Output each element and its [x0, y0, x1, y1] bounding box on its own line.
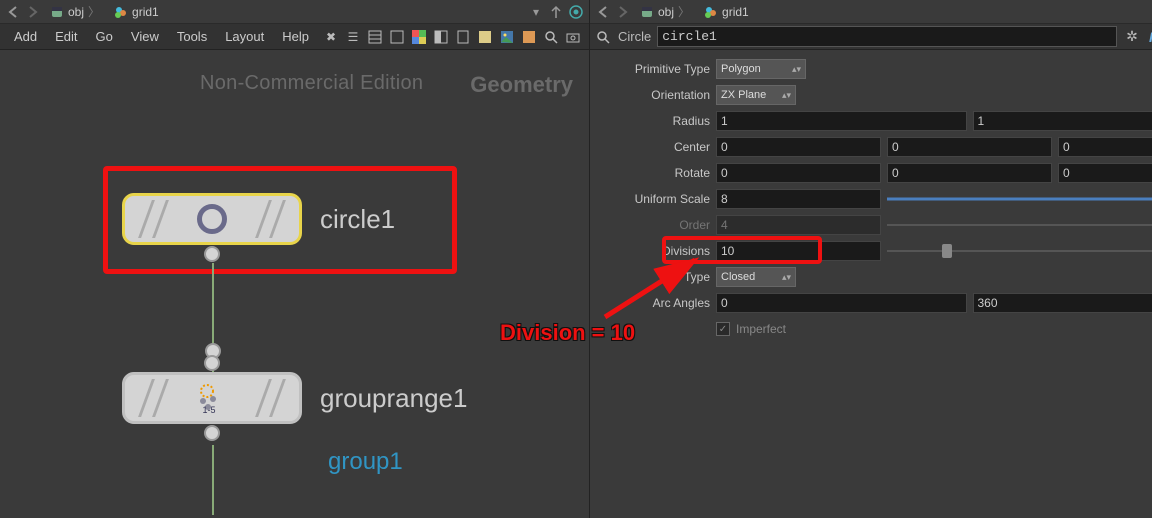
network-menubar: Add Edit Go View Tools Layout Help ✖ ☰	[0, 24, 589, 50]
sheet-icon[interactable]	[365, 27, 385, 47]
highlight-divisions	[662, 236, 822, 264]
label-arcangles: Arc Angles	[600, 296, 710, 310]
input-radius-x[interactable]	[716, 111, 967, 131]
grouprange-op-icon: 1-5	[195, 381, 229, 415]
label-order: Order	[600, 218, 710, 232]
input-arc-b[interactable]	[973, 293, 1152, 313]
page-icon[interactable]	[453, 27, 473, 47]
input-rotate-z[interactable]	[1058, 163, 1152, 183]
node-type-label: Circle	[618, 29, 651, 44]
node-grouprange1-label: grouprange1	[320, 383, 467, 414]
nav-back-icon[interactable]	[4, 3, 22, 21]
label-center: Center	[600, 140, 710, 154]
node-output-dot-2[interactable]	[204, 425, 220, 441]
watermark-geometry: Geometry	[470, 72, 573, 98]
label-radius: Radius	[600, 114, 710, 128]
circle-op-icon	[197, 204, 227, 234]
link-label-group1: group1	[328, 448, 403, 476]
combo-arctype[interactable]: Closed▴▾	[716, 267, 796, 287]
node-name-input[interactable]	[657, 26, 1117, 47]
slider-scale[interactable]	[887, 189, 1152, 209]
param-pathbar: obj〉 grid1 ▾	[590, 0, 1152, 24]
node-output-dot[interactable]	[204, 246, 220, 262]
netbox-icon[interactable]	[519, 27, 539, 47]
crumb-obj[interactable]: obj 〉	[44, 1, 106, 22]
input-rotate-y[interactable]	[887, 163, 1052, 183]
param-nav-back-icon[interactable]	[594, 3, 612, 21]
param-nav-fwd-icon[interactable]	[614, 3, 632, 21]
input-order	[716, 215, 881, 235]
follow-selection-icon[interactable]	[567, 3, 585, 21]
label-imperfect: Imperfect	[736, 322, 786, 336]
wrench-icon[interactable]: ✖	[321, 27, 341, 47]
input-arc-a[interactable]	[716, 293, 967, 313]
image-icon[interactable]	[497, 27, 517, 47]
param-search-icon[interactable]	[594, 28, 612, 46]
node-circle1-label: circle1	[320, 204, 395, 235]
checkbox-imperfect[interactable]: ✓	[716, 322, 730, 336]
menu-tools[interactable]: Tools	[169, 25, 215, 48]
crumb-grid1[interactable]: grid1	[108, 3, 165, 21]
node-input-dot[interactable]	[204, 355, 220, 371]
palette-icon[interactable]	[409, 27, 429, 47]
network-canvas[interactable]: Non-Commercial Edition Geometry circle1	[0, 50, 589, 518]
label-primtype: Primitive Type	[600, 62, 710, 76]
node-grouprange1[interactable]: 1-5 grouprange1	[122, 372, 467, 424]
label-orient: Orientation	[600, 88, 710, 102]
param-panel: Primitive Type Polygon▴▾ Orientation ZX …	[590, 50, 1152, 348]
crumb-grid1-label: grid1	[132, 5, 159, 19]
node-circle1[interactable]: circle1	[122, 193, 395, 245]
list-icon[interactable]: ☰	[343, 27, 363, 47]
menu-layout[interactable]: Layout	[217, 25, 272, 48]
input-center-x[interactable]	[716, 137, 881, 157]
H-icon[interactable]: H	[1145, 28, 1152, 46]
pin-icon[interactable]	[547, 3, 565, 21]
label-scale: Uniform Scale	[600, 192, 710, 206]
menu-go[interactable]: Go	[88, 25, 121, 48]
snapshot-icon[interactable]	[563, 27, 583, 47]
blank-icon[interactable]	[387, 27, 407, 47]
menu-help[interactable]: Help	[274, 25, 317, 48]
svg-text:1-5: 1-5	[202, 405, 215, 415]
param-crumb-obj[interactable]: obj〉	[634, 1, 696, 22]
slider-divisions[interactable]	[887, 241, 1152, 261]
network-pathbar: obj 〉 grid1 ▾	[0, 0, 589, 24]
sticky-icon[interactable]	[475, 27, 495, 47]
input-radius-y[interactable]	[973, 111, 1152, 131]
label-rotate: Rotate	[600, 166, 710, 180]
input-center-y[interactable]	[887, 137, 1052, 157]
input-rotate-x[interactable]	[716, 163, 881, 183]
param-crumb-grid1-label: grid1	[722, 5, 749, 19]
input-center-z[interactable]	[1058, 137, 1152, 157]
menu-add[interactable]: Add	[6, 25, 45, 48]
search-icon[interactable]	[541, 27, 561, 47]
watermark-noncommercial: Non-Commercial Edition	[200, 72, 423, 95]
crumb-obj-label: obj	[68, 5, 84, 19]
flag-icon[interactable]	[431, 27, 451, 47]
combo-orient[interactable]: ZX Plane▴▾	[716, 85, 796, 105]
slider-order	[887, 215, 1152, 235]
param-header: Circle ✲ H ⓘ ?	[590, 24, 1152, 50]
gear-icon[interactable]: ✲	[1123, 28, 1141, 46]
label-arctype: Arc Type	[600, 270, 710, 284]
param-crumb-obj-label: obj	[658, 5, 674, 19]
combo-primtype[interactable]: Polygon▴▾	[716, 59, 806, 79]
input-scale[interactable]	[716, 189, 881, 209]
wire-2	[212, 445, 214, 515]
menu-edit[interactable]: Edit	[47, 25, 85, 48]
nav-fwd-icon[interactable]	[24, 3, 42, 21]
path-dropdown-icon[interactable]: ▾	[527, 3, 545, 21]
menu-view[interactable]: View	[123, 25, 167, 48]
param-crumb-grid1[interactable]: grid1	[698, 3, 755, 21]
